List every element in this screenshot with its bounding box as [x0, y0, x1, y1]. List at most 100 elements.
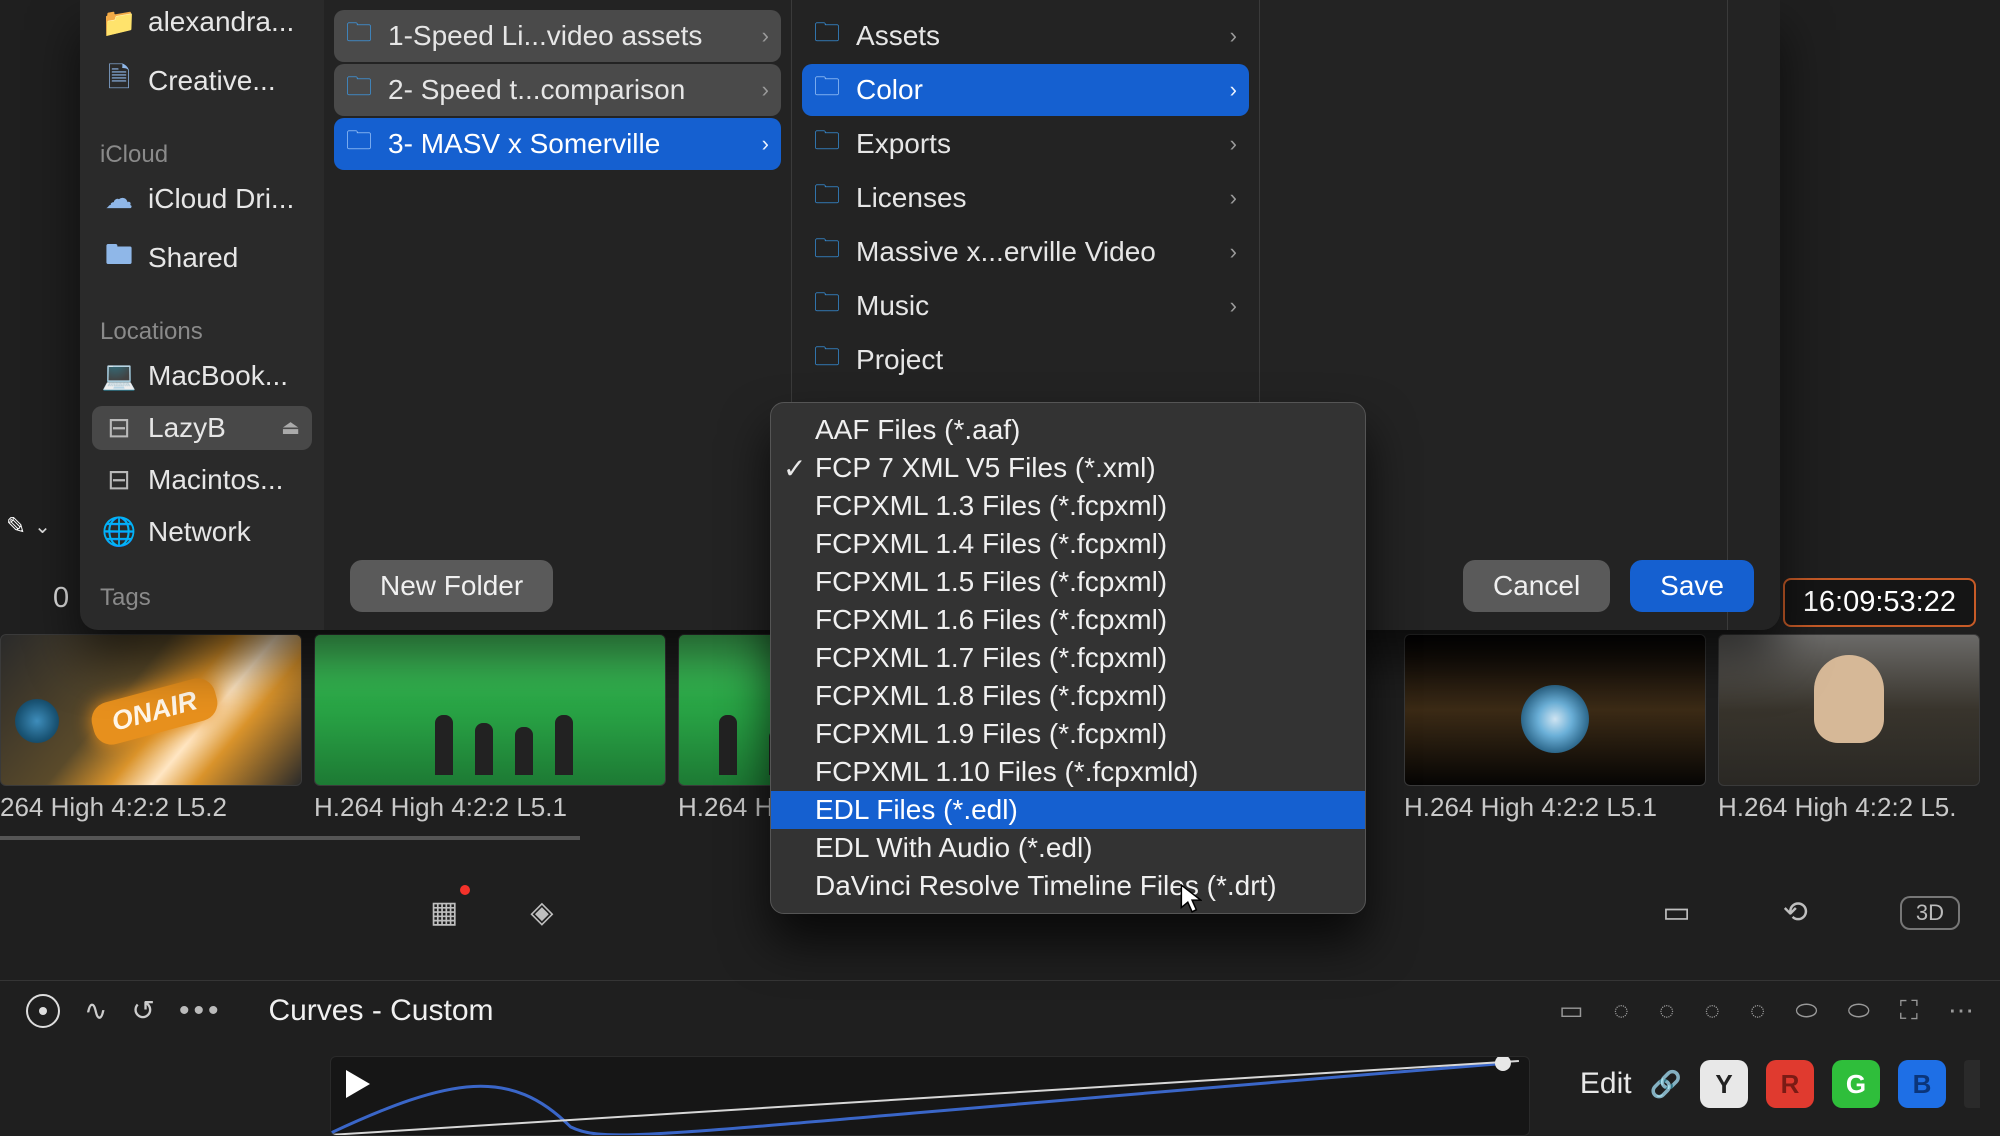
chevron-right-icon: › — [1230, 185, 1237, 211]
format-option-edl-audio[interactable]: EDL With Audio (*.edl) — [771, 829, 1365, 867]
channel-g-button[interactable]: G — [1832, 1060, 1880, 1108]
format-option-fcpxml13[interactable]: FCPXML 1.3 Files (*.fcpxml) — [771, 487, 1365, 525]
disk-icon: ⊟ — [104, 463, 134, 496]
channel-overflow — [1964, 1060, 1980, 1108]
folder-row[interactable]: 🗀 Massive x...erville Video › — [802, 226, 1249, 278]
timecode-display[interactable]: 16:09:53:22 — [1783, 578, 1976, 627]
channel-r-button[interactable]: R — [1766, 1060, 1814, 1108]
chevron-right-icon: › — [762, 77, 769, 103]
sidebar-section-tags: Tags — [92, 584, 312, 612]
file-format-dropdown: AAF Files (*.aaf) FCP 7 XML V5 Files (*.… — [770, 402, 1366, 914]
format-option-fcpxml18[interactable]: FCPXML 1.8 Files (*.fcpxml) — [771, 677, 1365, 715]
sidebar-item-label: Network — [148, 516, 251, 548]
chevron-right-icon: › — [762, 131, 769, 157]
finder-sidebar: 📁 alexandra... 🗎 Creative... iCloud ☁︎ i… — [80, 0, 324, 630]
color-warper-icon[interactable]: ◈ — [530, 895, 553, 930]
folder-row[interactable]: 🗀 1-Speed Li...video assets › — [334, 10, 781, 62]
folder-label: Project — [856, 344, 943, 376]
emblem-icon — [15, 699, 59, 743]
color-picker-dropdown[interactable]: ✎ ⌄ — [6, 510, 61, 542]
chevron-right-icon: › — [1230, 23, 1237, 49]
folder-row[interactable]: 🗀 Project — [802, 334, 1249, 386]
channel-b-button[interactable]: B — [1898, 1060, 1946, 1108]
channel-y-button[interactable]: Y — [1700, 1060, 1748, 1108]
folder-row[interactable]: 🗀 Exports › — [802, 118, 1249, 170]
reset-icon[interactable] — [26, 994, 60, 1028]
droplet-icon[interactable]: ⬭ — [1795, 995, 1817, 1027]
folder-row[interactable]: 🗀 Licenses › — [802, 172, 1249, 224]
format-option-fcpxml14[interactable]: FCPXML 1.4 Files (*.fcpxml) — [771, 525, 1365, 563]
format-option-drt[interactable]: DaVinci Resolve Timeline Files (*.drt) — [771, 867, 1365, 905]
sidebar-item-icloud-drive[interactable]: ☁︎ iCloud Dri... — [92, 177, 312, 221]
folder-icon: 🗀 — [814, 68, 840, 112]
sidebar-item-macbook[interactable]: 💻 MacBook... — [92, 354, 312, 398]
folder-row[interactable]: 🗀 Color › — [802, 64, 1249, 116]
play-icon[interactable] — [346, 1070, 370, 1098]
link-icon[interactable]: 🔗 — [1650, 1069, 1682, 1100]
dotted-circle-icon[interactable]: ◌ — [1659, 995, 1674, 1026]
sidebar-item-document[interactable]: 🗎 Creative... — [92, 52, 312, 111]
clip-progress-track[interactable] — [0, 836, 580, 840]
folder-row[interactable]: 🗀 Assets › — [802, 10, 1249, 62]
dotted-circle-icon[interactable]: ◌ — [1750, 995, 1765, 1026]
undo-icon[interactable]: ↺ — [131, 994, 154, 1027]
format-option-edl[interactable]: EDL Files (*.edl) — [771, 791, 1365, 829]
folder-label: 1-Speed Li...video assets — [388, 20, 702, 52]
cancel-button[interactable]: Cancel — [1463, 560, 1610, 612]
3d-tool-icon[interactable]: 3D — [1900, 896, 1960, 930]
format-option-fcp7xml[interactable]: FCP 7 XML V5 Files (*.xml) — [771, 449, 1365, 487]
panel-title: Curves - Custom — [268, 994, 493, 1028]
eyedropper-icon: ✎ — [6, 512, 26, 541]
droplet-icon[interactable]: ⬭ — [1848, 995, 1870, 1027]
curves-tool-icon[interactable]: ▦ — [430, 895, 458, 930]
new-folder-button[interactable]: New Folder — [350, 560, 553, 612]
sidebar-item-shared[interactable]: 🖿 Shared — [92, 229, 312, 288]
folder-icon: 🗀 — [346, 68, 372, 112]
folder-icon: 🗀 — [346, 122, 372, 166]
blur-tool-icon[interactable]: ▭ — [1662, 895, 1690, 930]
folder-row[interactable]: 🗀 3- MASV x Somerville › — [334, 118, 781, 170]
clip-thumbnail[interactable]: H.264 High 4:2:2 L5.1 — [1404, 634, 1706, 826]
dotted-circle-icon[interactable]: ◌ — [1614, 995, 1629, 1026]
folder-label: 3- MASV x Somerville — [388, 128, 660, 160]
folder-label: Music — [856, 290, 929, 322]
save-button[interactable]: Save — [1630, 560, 1754, 612]
curves-graph[interactable] — [330, 1056, 1530, 1136]
folder-label: Assets — [856, 20, 940, 52]
folder-icon: 🗀 — [814, 230, 840, 274]
timecode-partial: 0 — [53, 582, 69, 615]
key-tool-icon[interactable]: ⟲ — [1783, 895, 1808, 930]
eject-icon[interactable]: ⏏ — [281, 415, 300, 440]
sidebar-item-label: Macintos... — [148, 464, 283, 496]
format-option-fcpxml17[interactable]: FCPXML 1.7 Files (*.fcpxml) — [771, 639, 1365, 677]
clip-codec-label: 264 High 4:2:2 L5.2 — [0, 792, 302, 823]
dotted-circle-icon[interactable]: ◌ — [1704, 995, 1719, 1026]
format-option-fcpxml16[interactable]: FCPXML 1.6 Files (*.fcpxml) — [771, 601, 1365, 639]
format-option-fcpxml110[interactable]: FCPXML 1.10 Files (*.fcpxmld) — [771, 753, 1365, 791]
clip-thumbnail[interactable]: H.264 High 4:2:2 L5.1 — [314, 634, 666, 826]
chevron-right-icon: › — [1230, 239, 1237, 265]
sidebar-item-lazyb[interactable]: ⊟ LazyB ⏏ — [92, 406, 312, 450]
mouse-cursor-icon — [1180, 884, 1202, 914]
clip-thumbnail[interactable]: ONAIR 264 High 4:2:2 L5.2 — [0, 634, 302, 826]
clip-thumbnail[interactable]: H.264 High 4:2:2 L5. — [1718, 634, 1980, 826]
more-icon[interactable]: ••• — [179, 994, 223, 1028]
format-option-aaf[interactable]: AAF Files (*.aaf) — [771, 411, 1365, 449]
sidebar-item-network[interactable]: 🌐 Network — [92, 510, 312, 554]
folder-row[interactable]: 🗀 Music › — [802, 280, 1249, 332]
format-option-fcpxml19[interactable]: FCPXML 1.9 Files (*.fcpxml) — [771, 715, 1365, 753]
chevron-right-icon: › — [1230, 131, 1237, 157]
sidebar-item-macintosh[interactable]: ⊟ Macintos... — [92, 458, 312, 502]
format-option-fcpxml15[interactable]: FCPXML 1.5 Files (*.fcpxml) — [771, 563, 1365, 601]
rect-icon[interactable]: ▭ — [1559, 995, 1584, 1026]
more-icon[interactable]: ⋯ — [1948, 995, 1974, 1026]
sidebar-item-label: LazyB — [148, 412, 226, 444]
folder-row[interactable]: 🗀 2- Speed t...comparison › — [334, 64, 781, 116]
disk-icon: ⊟ — [104, 411, 134, 444]
edit-label: Edit — [1580, 1067, 1632, 1101]
expand-icon[interactable]: ⛶ — [1900, 995, 1918, 1027]
finder-column-1: 🗀 1-Speed Li...video assets › 🗀 2- Speed… — [324, 0, 792, 630]
sidebar-item-folder[interactable]: 📁 alexandra... — [92, 0, 312, 44]
waveform-icon[interactable]: ∿ — [84, 994, 107, 1027]
clip-codec-label: H.264 High 4:2:2 L5.1 — [314, 792, 666, 823]
